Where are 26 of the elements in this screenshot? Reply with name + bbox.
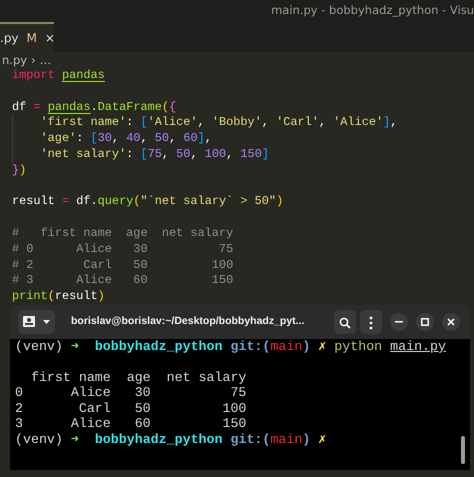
terminal-line: (venv) ➜ bobbyhadz_python git:(main) ✗ python main.py <box>15 338 446 354</box>
breadcrumb-item[interactable]: … <box>40 52 52 68</box>
code-line: print(result) <box>12 289 105 304</box>
terminal-line: (venv) ➜ bobbyhadz_python git:(main) ✗ <box>15 432 326 447</box>
terminal-line: first name age net salary <box>30 370 246 385</box>
code-line: df = pandas.DataFrame({ <box>12 100 176 114</box>
editor-tab[interactable]: .py M × <box>0 22 54 52</box>
terminal-title: borislav@borislav:~/Desktop/bobbyhadz_pyt... <box>71 314 304 330</box>
code-line: # 3 Alice 60 150 <box>12 273 234 288</box>
close-icon[interactable]: × <box>44 29 55 47</box>
code-line: # 0 Alice 30 75 <box>12 242 234 256</box>
breadcrumb-item[interactable]: › <box>31 52 36 68</box>
terminal-line: 3 Alice 60 150 <box>15 416 246 432</box>
code-line: 'age': [30, 40, 50, 60], <box>12 131 212 146</box>
code-line: # 2 Carl 50 100 <box>12 258 234 272</box>
window-title: main.py - bobbyhadz_python - Visu <box>271 2 474 20</box>
code-line: 'first name': ['Alice', 'Bobby', 'Carl', 'Alice'], <box>12 115 398 130</box>
modified-label: M <box>26 30 37 47</box>
code-line: import pandas <box>12 68 105 82</box>
terminal-line: 2 Carl 50 100 <box>15 400 246 416</box>
code-line: }) <box>12 162 26 177</box>
terminal-line: 0 Alice 30 75 <box>15 385 246 400</box>
code-line: 'net salary': [75, 50, 100, 150] <box>12 146 269 161</box>
code-line: # first name age net salary <box>12 226 234 240</box>
breadcrumb-item[interactable]: n.py <box>2 52 28 68</box>
code-line: result = df.query("`net salary` > 50") <box>12 194 284 208</box>
